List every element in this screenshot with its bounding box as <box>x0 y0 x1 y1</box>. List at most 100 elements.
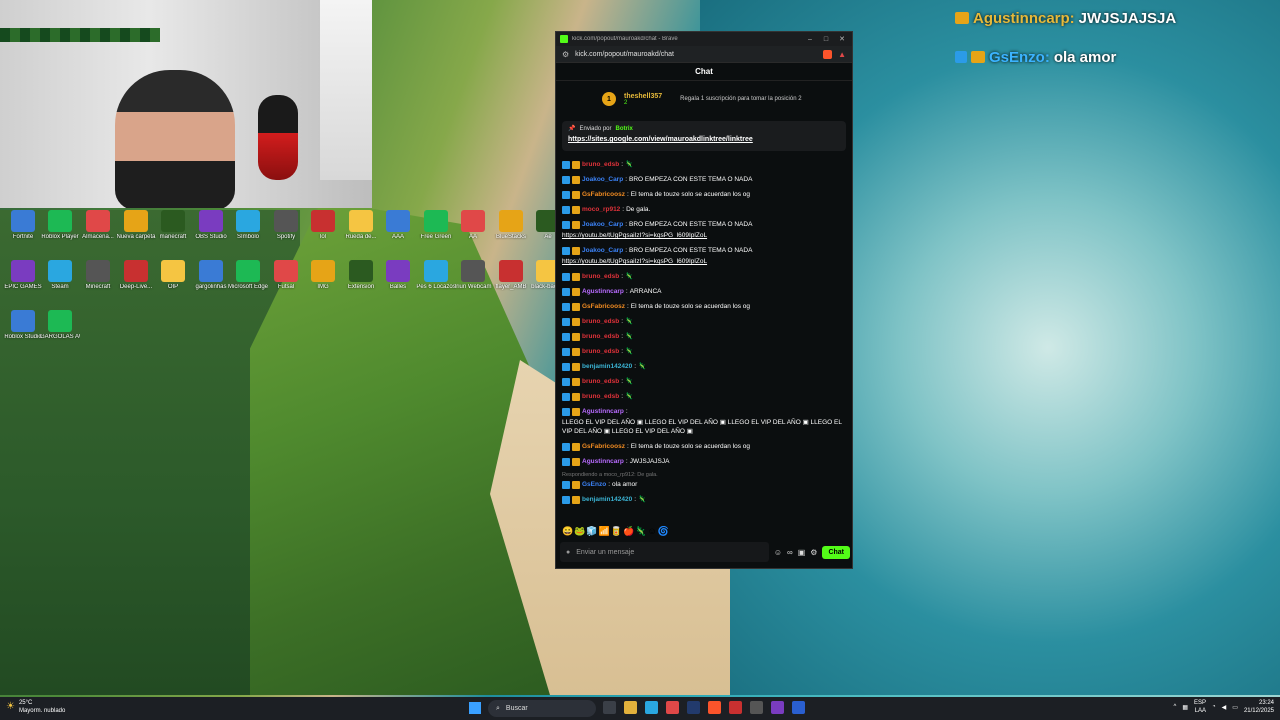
desktop-icon[interactable]: lol <box>305 210 341 241</box>
chat-message[interactable]: Joakoo_Carp: BRO EMPEZA CON ESTE TEMA O N… <box>562 175 848 184</box>
desktop-icon[interactable]: Pes 6 Locazos <box>416 260 456 291</box>
rewards-icon[interactable]: ▲ <box>838 50 846 59</box>
chat-username[interactable]: bruno_edsb <box>582 160 619 169</box>
chat-username[interactable]: benjamin142420 <box>582 362 632 371</box>
desktop-icon[interactable]: Free Green <box>418 210 454 241</box>
chat-input[interactable]: ● Enviar un mensaje <box>560 542 769 562</box>
windows-start-icon[interactable] <box>469 702 481 714</box>
brave-chat-window[interactable]: kick.com/popout/mauroakd/chat - Brave – … <box>555 31 853 569</box>
pinned-by-user[interactable]: Botrix <box>616 126 633 132</box>
desktop-icon[interactable]: AA <box>455 210 491 241</box>
desktop-icon[interactable]: Spotify <box>268 210 304 241</box>
chat-username[interactable]: Agustinncarp <box>582 407 624 416</box>
chat-username[interactable]: bruno_edsb <box>582 347 619 356</box>
desktop-icon[interactable]: Steam <box>42 260 78 291</box>
desktop-icon[interactable]: SImbolo <box>230 210 266 241</box>
desktop-icon[interactable]: Microsoft Edge <box>228 260 268 291</box>
pinned-message[interactable]: 📌 Enviado por Botrix https://sites.googl… <box>562 121 846 151</box>
desktop-icon[interactable]: AAA <box>380 210 416 241</box>
chat-message[interactable]: GsFabricoosz: El tema de touze solo se ac… <box>562 302 848 311</box>
chat-message[interactable]: Agustinncarp: LLEGO EL VIP DEL AÑO ▣ LLEG… <box>562 407 848 436</box>
chat-message[interactable]: GsFabricoosz: El tema de touze solo se ac… <box>562 442 848 451</box>
chat-username[interactable]: GsFabricoosz <box>582 190 625 199</box>
reply-context[interactable]: Respondiendo a moco_rp912: De gala. <box>562 472 848 478</box>
site-info-icon[interactable]: ⚙ <box>562 50 569 59</box>
chevron-up-icon[interactable]: ^ <box>1174 704 1177 710</box>
desktop-icon[interactable]: gargolinhas <box>193 260 229 291</box>
desktop-icon[interactable]: Nueva carpeta <box>116 210 156 241</box>
points-icon[interactable]: ∞ <box>787 548 793 557</box>
brave-shield-icon[interactable] <box>823 49 833 59</box>
chat-message[interactable]: bruno_edsb: 🦎 <box>562 377 848 386</box>
network-icon[interactable]: ▦ <box>1182 704 1188 711</box>
desktop-icon[interactable]: Futsal <box>268 260 304 291</box>
chat-link[interactable]: https://youtu.be/tUgPqsaiIzI?si=kqsPG_l6… <box>562 257 707 266</box>
chat-username[interactable]: bruno_edsb <box>582 377 619 386</box>
chat-message[interactable]: bruno_edsb: 🦎 <box>562 392 848 401</box>
chat-message[interactable]: benjamin142420: 🦎 <box>562 495 848 504</box>
chat-message[interactable]: Joakoo_Carp: BRO EMPEZA CON ESTE TEMA O N… <box>562 220 848 240</box>
top-gifter-name[interactable]: theshell357 <box>624 93 662 100</box>
desktop-icon[interactable]: Roblox Studio <box>4 310 42 341</box>
desktop-icon[interactable]: Fortnite <box>5 210 41 241</box>
chat-message[interactable]: GsFabricoosz: El tema de touze solo se ac… <box>562 190 848 199</box>
desktop-icon[interactable]: Minecraft <box>80 260 116 291</box>
desktop-icon[interactable]: Extension <box>343 260 379 291</box>
send-chat-button[interactable]: Chat <box>822 545 850 559</box>
app-icon[interactable] <box>792 701 805 714</box>
chat-message[interactable]: benjamin142420: 🦎 <box>562 362 848 371</box>
pinned-link[interactable]: https://sites.google.com/view/mauroakdli… <box>568 136 840 143</box>
desktop-icon[interactable]: Almacena... <box>80 210 116 241</box>
chat-username[interactable]: bruno_edsb <box>582 317 619 326</box>
chat-messages[interactable]: bruno_edsb: 🦎 Joakoo_Carp: BRO EMPEZA CON E… <box>562 160 848 540</box>
settings-icon[interactable]: ⚙ <box>810 548 817 557</box>
wifi-icon[interactable]: ◔ <box>1212 704 1216 710</box>
steam-icon[interactable] <box>687 701 700 714</box>
chat-username[interactable]: bruno_edsb <box>582 332 619 341</box>
chat-message[interactable]: Agustinncarp: JWJSJAJSJA <box>562 457 848 466</box>
chat-message[interactable]: bruno_edsb: 🦎 <box>562 272 848 281</box>
chat-username[interactable]: Agustinncarp <box>582 287 624 296</box>
chat-link[interactable]: https://youtu.be/tUgPqsaiIzI?si=kqsPG_l6… <box>562 231 707 240</box>
chat-username[interactable]: bruno_edsb <box>582 272 619 281</box>
minimize-button[interactable]: – <box>804 36 816 43</box>
chat-message[interactable]: Agustinncarp: ARRANCA <box>562 287 848 296</box>
desktop-icon[interactable]: Balles <box>380 260 416 291</box>
desktop-icon[interactable]: flayer_AMB <box>493 260 529 291</box>
emote-bar[interactable]: 😀🐸🧊📶🥫🍎🦎☺🌀 <box>562 526 670 537</box>
taskbar-search[interactable]: ⌕ Buscar <box>488 700 596 717</box>
brave-icon[interactable] <box>708 701 721 714</box>
desktop-icon[interactable]: OIP <box>155 260 191 291</box>
clock[interactable]: 23:24 21/12/2025 <box>1244 699 1274 715</box>
gift-prompt[interactable]: Regala 1 suscripción para tomar la posic… <box>680 96 801 102</box>
desktop-icon[interactable]: Iriun Webcam <box>455 260 491 291</box>
chat-username[interactable]: benjamin142420 <box>582 495 632 504</box>
close-button[interactable]: ✕ <box>836 35 848 43</box>
desktop-icon[interactable]: Roblox Player <box>41 210 79 241</box>
address-bar[interactable]: ⚙ kick.com/popout/mauroakd/chat ▲ <box>556 46 852 63</box>
desktop-icon[interactable]: Deep-Live... <box>118 260 154 291</box>
desktop-icon[interactable]: EPIC GAMES <box>4 260 42 291</box>
desktop-icon[interactable]: manecraft <box>155 210 191 241</box>
store-icon[interactable] <box>666 701 679 714</box>
desktop-icon[interactable]: OBS Studio <box>193 210 229 241</box>
chat-message[interactable]: Joakoo_Carp: BRO EMPEZA CON ESTE TEMA O N… <box>562 246 848 266</box>
desktop-icon[interactable]: IMG <box>305 260 341 291</box>
desktop-icon[interactable]: Rueda de... <box>343 210 379 241</box>
maximize-button[interactable]: □ <box>820 36 832 43</box>
weather-widget[interactable]: ☀ 25°C Mayorm. nublado <box>6 699 65 715</box>
url-text[interactable]: kick.com/popout/mauroakd/chat <box>575 51 817 58</box>
chat-username[interactable]: bruno_edsb <box>582 392 619 401</box>
chat-message[interactable]: moco_rp912: De gala. <box>562 205 848 214</box>
task-view-icon[interactable] <box>603 701 616 714</box>
app-icon[interactable] <box>750 701 763 714</box>
chat-username[interactable]: Agustinncarp <box>582 457 624 466</box>
chat-username[interactable]: moco_rp912 <box>582 205 620 214</box>
volume-icon[interactable]: ◀ <box>1222 704 1227 711</box>
chat-message[interactable]: GsEnzo: ola amor <box>562 480 848 489</box>
app-icon[interactable] <box>729 701 742 714</box>
chat-username[interactable]: Joakoo_Carp <box>582 220 623 229</box>
battery-icon[interactable]: ▭ <box>1232 704 1238 711</box>
chat-username[interactable]: Joakoo_Carp <box>582 246 623 255</box>
chat-username[interactable]: GsFabricoosz <box>582 442 625 451</box>
